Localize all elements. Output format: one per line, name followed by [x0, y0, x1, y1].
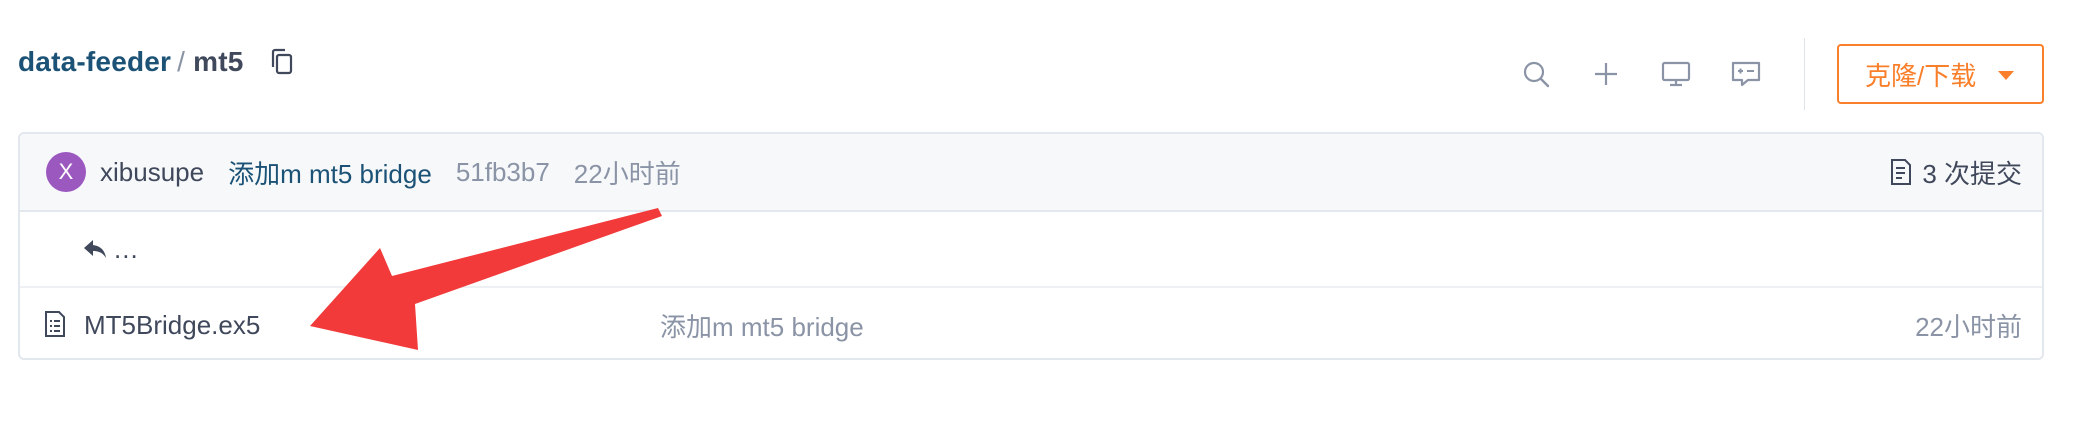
file-commit-message-link[interactable]: 添加m mt5 bridge — [660, 307, 864, 344]
clone-download-label: 克隆/下载 — [1865, 60, 1977, 91]
commit-count-label: 3 次提交 — [1922, 158, 2022, 189]
comment-button[interactable] — [1728, 56, 1764, 92]
monitor-icon — [1661, 61, 1691, 87]
breadcrumb-current-folder: mt5 — [193, 46, 244, 77]
copy-icon — [271, 48, 292, 75]
breadcrumb: data-feeder / mt5 — [18, 46, 296, 78]
repo-toolbar: 克隆/下载 — [1518, 38, 2045, 110]
breadcrumb-repo-link[interactable]: data-feeder — [18, 46, 171, 78]
file-table: X xibusupe 添加m mt5 bridge 51fb3b7 22小时前 … — [18, 132, 2044, 360]
file-last-updated: 22小时前 — [1915, 311, 2022, 342]
commit-author[interactable]: xibusupe — [100, 157, 204, 188]
commit-hash-link[interactable]: 51fb3b7 — [456, 157, 550, 188]
caret-down-icon — [1998, 70, 2015, 80]
commit-history-icon — [1891, 159, 1912, 185]
commit-message-link[interactable]: 添加m mt5 bridge — [228, 154, 432, 191]
search-button[interactable] — [1518, 56, 1554, 92]
file-icon — [45, 311, 65, 337]
comment-icon — [1731, 61, 1761, 87]
repo-header: data-feeder / mt5 克隆/下载 — [18, 24, 2058, 110]
breadcrumb-separator: / — [177, 46, 186, 77]
search-icon — [1523, 61, 1550, 88]
commit-count-link[interactable]: 3 次提交 — [1890, 134, 2022, 210]
new-file-button[interactable] — [1588, 56, 1624, 92]
parent-directory-row[interactable]: ... — [20, 212, 2042, 286]
repo-file-browser: data-feeder / mt5 克隆/下载 X xibusupe 添加m m… — [0, 0, 2092, 430]
file-row[interactable]: MT5Bridge.ex5 添加m mt5 bridge 22小时前 — [20, 286, 2042, 358]
avatar[interactable]: X — [46, 152, 86, 192]
commit-time: 22小时前 — [573, 158, 681, 189]
reply-back-icon — [84, 240, 106, 258]
file-name-link[interactable]: MT5Bridge.ex5 — [84, 310, 260, 341]
latest-commit-bar: X xibusupe 添加m mt5 bridge 51fb3b7 22小时前 … — [20, 134, 2042, 212]
plus-icon — [1595, 63, 1617, 85]
parent-directory-label: ... — [114, 233, 139, 264]
toolbar-divider — [1804, 38, 1805, 110]
clone-download-button[interactable]: 克隆/下载 — [1837, 44, 2045, 104]
copy-path-button[interactable] — [268, 46, 296, 78]
web-ide-button[interactable] — [1658, 56, 1694, 92]
